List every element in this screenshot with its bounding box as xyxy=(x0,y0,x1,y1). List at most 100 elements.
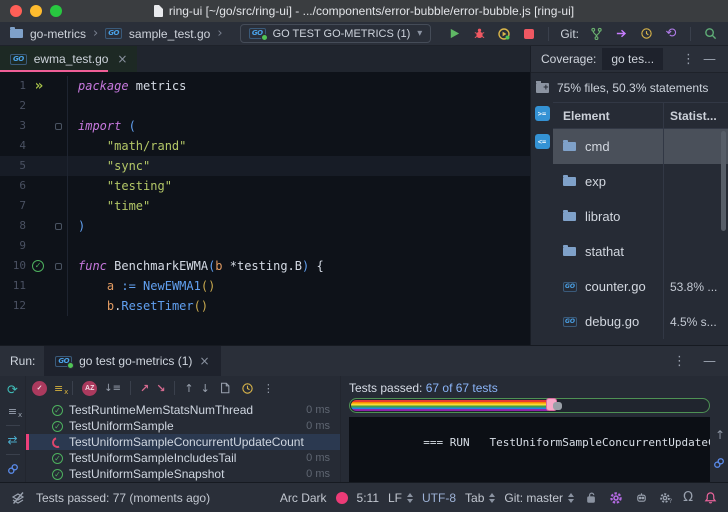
code-line-4[interactable]: 4 "math/rand" xyxy=(0,136,530,156)
pin-link-icon[interactable] xyxy=(7,462,19,480)
token: { xyxy=(309,259,323,273)
git-update-icon[interactable] xyxy=(638,26,654,42)
test-passed-icon[interactable]: ✓ xyxy=(32,260,44,272)
status-message[interactable]: Tests passed: 77 (moments ago) xyxy=(36,491,210,505)
flatten-packages-icon[interactable]: >= xyxy=(535,106,550,121)
tab-ewma-test[interactable]: GO ewma_test.go × xyxy=(0,46,137,72)
toggle-tests-icon[interactable]: ⇄ xyxy=(7,433,17,447)
gear-question-icon[interactable]: ? xyxy=(658,490,674,506)
code-line-7[interactable]: 7 "time" xyxy=(0,196,530,216)
omega-icon[interactable]: Ω xyxy=(683,490,693,505)
code-line-1[interactable]: 1»package metrics xyxy=(0,76,530,96)
close-window-button[interactable] xyxy=(10,5,22,17)
run-button[interactable] xyxy=(446,26,462,42)
token: ) xyxy=(78,219,85,233)
coverage-options-icon[interactable]: ⋮ xyxy=(678,52,699,67)
test-row-TestUniformSampleSnapshot[interactable]: ✓TestUniformSampleSnapshot0 ms xyxy=(26,466,340,482)
code-line-3[interactable]: 3import ( xyxy=(0,116,530,136)
import-test-results-icon[interactable] xyxy=(217,380,233,396)
code-line-9[interactable]: 9 xyxy=(0,236,530,256)
code-editor[interactable]: 1»package metrics23import (4 "math/rand"… xyxy=(0,72,530,345)
test-row-TestUniformSampleConcurrentUpdateCount[interactable]: TestUniformSampleConcurrentUpdateCount xyxy=(26,434,340,450)
breadcrumb-sample-test[interactable]: sample_test.go xyxy=(129,27,210,41)
console-line: === RUN TestUniformSampleConcurrentUpdat… xyxy=(423,436,710,449)
settings-gear-icon[interactable] xyxy=(608,490,624,506)
encoding-widget[interactable]: UTF-8 xyxy=(422,491,456,505)
close-run-tab-icon[interactable]: × xyxy=(199,354,209,368)
caret-position-widget[interactable]: 5:11 xyxy=(357,491,379,505)
test-row-TestUniformSampleIncludesTail[interactable]: ✓TestUniformSampleIncludesTail0 ms xyxy=(26,450,340,466)
column-statistics[interactable]: Statist... xyxy=(664,109,728,123)
more-options-icon[interactable]: ⋮ xyxy=(263,382,274,395)
expand-all-icon[interactable]: ↗ xyxy=(140,382,149,395)
coverage-row-cmd[interactable]: cmd xyxy=(553,129,728,164)
minimize-window-button[interactable] xyxy=(30,5,42,17)
test-row-TestUniformSample[interactable]: ✓TestUniformSample0 ms xyxy=(26,418,340,434)
run-tab[interactable]: GO go test go-metrics (1) × xyxy=(44,346,220,376)
test-console[interactable]: === RUN TestUniformSampleConcurrentUpdat… xyxy=(349,417,710,482)
sort-by-duration-icon[interactable]: ↓≡ xyxy=(104,383,121,394)
next-occurrence-icon[interactable]: ↓ xyxy=(201,382,210,395)
fold-icon[interactable] xyxy=(55,223,62,230)
theme-color-dot[interactable] xyxy=(336,492,348,504)
git-push-icon[interactable] xyxy=(613,26,629,42)
search-icon[interactable] xyxy=(702,26,718,42)
stop-button[interactable] xyxy=(521,26,537,42)
zoom-window-button[interactable] xyxy=(50,5,62,17)
coverage-rows: cmdexplibratostathatGOcounter.go53.8% ..… xyxy=(553,129,728,339)
run-configuration-selector[interactable]: GO GO TEST GO-METRICS (1) ▾ xyxy=(240,24,431,43)
coverage-row-exp[interactable]: exp xyxy=(553,164,728,199)
show-coverage-icon[interactable]: <= xyxy=(535,134,550,149)
coverage-row-debug.go[interactable]: GOdebug.go4.5% s... xyxy=(553,304,728,339)
sort-alphabetically-icon[interactable]: AZ xyxy=(82,381,97,396)
close-tab-icon[interactable]: × xyxy=(117,52,127,66)
git-branch-widget[interactable]: Git: master xyxy=(504,491,574,505)
git-branch-icon[interactable] xyxy=(588,26,604,42)
robot-icon[interactable] xyxy=(633,490,649,506)
code-line-8[interactable]: 8) xyxy=(0,216,530,236)
coverage-scrollbar[interactable] xyxy=(721,131,726,231)
scroll-up-icon[interactable]: ↑ xyxy=(715,428,725,442)
breadcrumb-go-metrics[interactable]: go-metrics xyxy=(30,27,86,41)
theme-widget[interactable]: Arc Dark xyxy=(280,491,327,505)
hide-ignored-icon[interactable]: ≡ xyxy=(54,382,63,395)
hide-tool-windows-icon[interactable] xyxy=(10,490,26,506)
code-line-5[interactable]: 5 "sync" xyxy=(0,156,530,176)
fold-icon[interactable] xyxy=(55,263,62,270)
git-rollback-icon[interactable]: ⟲ xyxy=(663,26,679,42)
rerun-failed-icon[interactable]: ≡ xyxy=(8,405,17,418)
test-history-icon[interactable] xyxy=(240,380,256,396)
coverage-row-librato[interactable]: librato xyxy=(553,199,728,234)
code-line-10[interactable]: 10✓func BenchmarkEWMA(b *testing.B) { xyxy=(0,256,530,276)
column-element[interactable]: Element xyxy=(553,109,664,123)
collapse-all-icon[interactable]: ↘ xyxy=(156,382,165,395)
fold-column xyxy=(50,116,68,136)
lock-icon[interactable] xyxy=(583,490,599,506)
run-test-icon[interactable]: » xyxy=(35,80,41,92)
debug-button[interactable] xyxy=(471,26,487,42)
code-line-6[interactable]: 6 "testing" xyxy=(0,176,530,196)
test-row-TestRuntimeMemStatsNumThread[interactable]: ✓TestRuntimeMemStatsNumThread0 ms xyxy=(26,402,340,418)
code-line-11[interactable]: 11 a := NewEWMA1() xyxy=(0,276,530,296)
coverage-row-counter.go[interactable]: GOcounter.go53.8% ... xyxy=(553,269,728,304)
coverage-tab[interactable]: go tes... xyxy=(602,48,663,70)
code-line-12[interactable]: 12 b.ResetTimer() xyxy=(0,296,530,316)
show-passed-icon[interactable]: ✓ xyxy=(32,381,47,396)
line-separator-widget[interactable]: LF xyxy=(388,491,413,505)
fold-icon[interactable] xyxy=(55,123,62,130)
rerun-icon[interactable]: ⟳ xyxy=(7,383,18,398)
progress-fill xyxy=(351,400,548,411)
code-text: "testing" xyxy=(68,176,172,196)
run-options-icon[interactable]: ⋮ xyxy=(669,354,690,369)
notifications-bell-icon[interactable] xyxy=(702,490,718,506)
coverage-row-stathat[interactable]: stathat xyxy=(553,234,728,269)
indent-widget[interactable]: Tab xyxy=(465,491,495,505)
code-line-2[interactable]: 2 xyxy=(0,96,530,116)
coverage-minimize-icon[interactable]: — xyxy=(699,52,720,67)
run-minimize-icon[interactable]: — xyxy=(699,354,720,369)
group-by-directory-icon[interactable] xyxy=(536,83,549,93)
console-link-icon[interactable] xyxy=(713,456,725,474)
run-with-coverage-button[interactable] xyxy=(496,26,512,42)
coverage-table-header[interactable]: Element Statist... xyxy=(553,103,728,129)
previous-occurrence-icon[interactable]: ↑ xyxy=(184,382,193,395)
